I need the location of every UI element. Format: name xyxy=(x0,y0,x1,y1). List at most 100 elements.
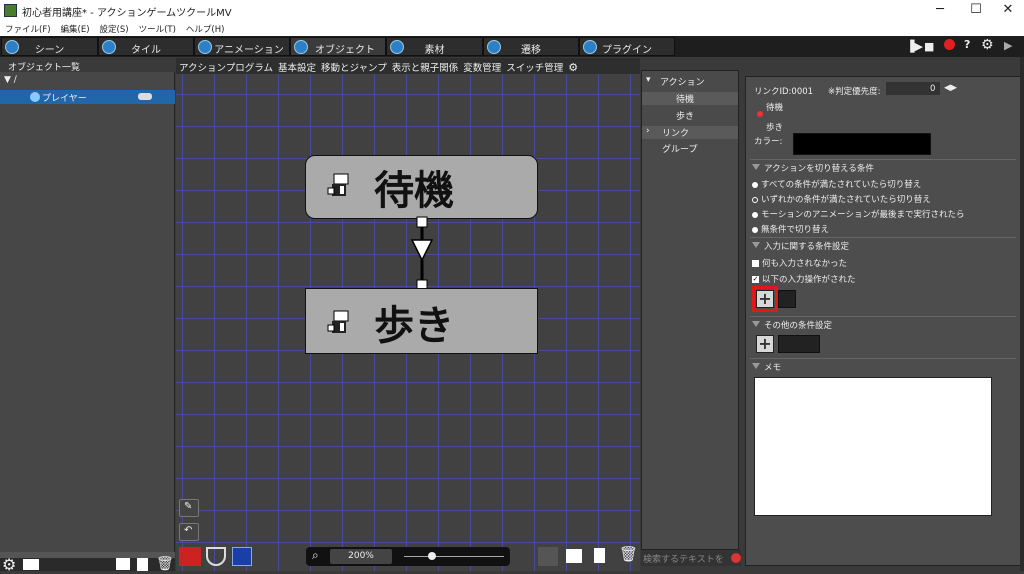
paint-icon[interactable] xyxy=(179,547,201,566)
tab-variables[interactable]: 変数管理 xyxy=(460,58,503,74)
menu-settings[interactable]: 設定(S) xyxy=(95,21,134,35)
tab-resource[interactable]: 素材 xyxy=(386,37,483,56)
collapse-triangle-icon xyxy=(752,363,760,369)
tree-actions[interactable]: ▾ アクション xyxy=(642,75,738,88)
gamepad-icon xyxy=(138,93,152,100)
option-all[interactable]: すべての条件が満たされていたら切り替え xyxy=(752,178,921,190)
color-label: カラー: xyxy=(754,137,783,147)
search-clear-icon[interactable] xyxy=(731,553,741,563)
canvas-add-icon[interactable] xyxy=(566,549,582,563)
switch-condition-section[interactable]: アクションを切り替える条件 xyxy=(750,159,1016,174)
action-program-canvas[interactable]: アクションプログラム 基本設定 移動とジャンプ 表示と親子関係 変数管理 スイッチ管理 ⚙ … xyxy=(176,58,640,571)
settings-gear-icon[interactable]: ⚙ xyxy=(2,555,16,574)
stop-icon[interactable]: ■ xyxy=(924,40,934,55)
player-sprite-icon xyxy=(327,173,349,196)
tab-move-jump[interactable]: 移動とジャンプ xyxy=(318,58,389,74)
maximize-button[interactable]: ☐ xyxy=(958,0,994,21)
zoom-value[interactable]: 200% xyxy=(330,549,392,564)
tab-animation[interactable]: アニメーション xyxy=(194,37,290,56)
collapse-triangle-icon xyxy=(752,321,760,327)
menu-file[interactable]: ファイル(F) xyxy=(0,21,56,35)
link-tool-button[interactable]: ✎ xyxy=(179,499,199,517)
folder-icon[interactable] xyxy=(23,559,39,570)
title-bar: 初心者用講座* - アクションゲームツクールMV ─ ☐ ✕ xyxy=(0,0,1024,21)
tree-search-input[interactable]: 検索するテキストを xyxy=(641,550,741,566)
curve-tool-button[interactable]: ↶ xyxy=(179,523,199,541)
input-condition-slot[interactable] xyxy=(778,290,796,308)
collapse-triangle-icon xyxy=(752,242,760,248)
tab-object[interactable]: オブジェクト xyxy=(290,37,386,56)
new-file-icon[interactable] xyxy=(137,558,148,571)
check-input-done[interactable]: ✓ 以下の入力操作がされた xyxy=(752,273,856,285)
record-icon[interactable] xyxy=(944,39,955,50)
player-sprite-icon xyxy=(327,310,349,333)
input-condition-section[interactable]: 入力に関する条件設定 xyxy=(750,237,1016,252)
tab-transition[interactable]: 遷移 xyxy=(483,37,579,56)
node-label: 待機 xyxy=(374,168,454,214)
other-condition-section[interactable]: その他の条件設定 xyxy=(750,316,1016,331)
option-motion-end[interactable]: モーションのアニメーションが最後まで実行されたら xyxy=(752,208,965,220)
tree-groups[interactable]: グループ xyxy=(642,142,738,155)
link-arrow[interactable] xyxy=(410,214,434,290)
player-icon xyxy=(30,92,40,102)
tree-action-walk[interactable]: 歩き xyxy=(642,109,738,122)
priority-input[interactable]: 0 xyxy=(886,82,940,95)
action-node-idle[interactable]: 待機 xyxy=(305,155,538,219)
option-any[interactable]: いずれかの条件が満たされていたら切り替え xyxy=(752,193,931,205)
tree-root[interactable]: ▼ / xyxy=(4,75,17,85)
zoom-slider-thumb[interactable] xyxy=(428,552,436,560)
color-swatch[interactable] xyxy=(793,133,931,155)
menu-bar: ファイル(F) 編集(E) 設定(S) ツール(T) ヘルプ(H) xyxy=(0,21,1024,36)
add-folder-icon[interactable] xyxy=(116,558,130,570)
main-tab-bar: シーン タイル アニメーション オブジェクト 素材 遷移 プラグイン ▐▶ ■ … xyxy=(0,36,1024,57)
minimize-button[interactable]: ─ xyxy=(922,0,958,21)
object-list-panel: オブジェクト一覧 ▼ / プレイヤー ⚙ 🗑 xyxy=(0,58,175,574)
tree-action-idle[interactable]: 待機 xyxy=(642,92,738,105)
canvas-trash-icon[interactable]: 🗑 xyxy=(619,545,638,563)
tab-switches[interactable]: スイッチ管理 xyxy=(503,58,565,74)
link-to: 歩き xyxy=(766,123,784,133)
tab-basic-settings[interactable]: 基本設定 xyxy=(275,58,318,74)
link-dot-icon xyxy=(757,111,763,117)
other-condition-slot[interactable] xyxy=(778,335,820,353)
magnet-icon[interactable] xyxy=(206,547,226,566)
canvas-newfile-icon[interactable] xyxy=(594,548,605,563)
link-properties-panel: リンクID:0001 ※判定優先度: 0 ◀▶ 待機 歩き カラー: アクション… xyxy=(745,76,1021,566)
action-node-walk[interactable]: 歩き xyxy=(305,288,538,354)
object-list-toolbar: ⚙ 🗑 xyxy=(0,552,175,574)
menu-tools[interactable]: ツール(T) xyxy=(134,21,181,35)
tab-scene[interactable]: シーン xyxy=(1,37,98,56)
help-icon[interactable]: ? xyxy=(964,38,970,53)
option-unconditional[interactable]: 無条件で切り替え xyxy=(752,223,829,235)
grid-icon[interactable] xyxy=(232,547,252,566)
zoom-slider[interactable] xyxy=(404,556,504,557)
app-icon xyxy=(4,4,17,17)
canvas-folder-icon[interactable] xyxy=(538,547,558,566)
trash-icon[interactable]: 🗑 xyxy=(156,556,174,572)
play-from-icon[interactable]: ▐▶ xyxy=(906,40,923,55)
priority-stepper[interactable]: ◀▶ xyxy=(944,83,957,93)
tree-links[interactable]: › リンク xyxy=(642,126,738,139)
memo-section[interactable]: メモ xyxy=(750,358,1016,373)
tab-tile[interactable]: タイル xyxy=(98,37,194,56)
close-button[interactable]: ✕ xyxy=(990,0,1024,21)
right-scrollbar[interactable] xyxy=(1020,57,1024,571)
add-other-condition-button[interactable]: + xyxy=(756,335,774,353)
object-item-player[interactable]: プレイヤー xyxy=(0,90,175,104)
check-no-input[interactable]: 何も入力されなかった xyxy=(752,257,847,269)
zoom-search-icon: ⌕ xyxy=(312,548,319,562)
play-icon[interactable]: ▶ xyxy=(1004,39,1012,54)
menu-help[interactable]: ヘルプ(H) xyxy=(181,21,230,35)
menu-edit[interactable]: 編集(E) xyxy=(56,21,95,35)
priority-label: ※判定優先度: xyxy=(828,87,881,97)
memo-textarea[interactable] xyxy=(754,377,992,516)
link-from: 待機 xyxy=(766,103,784,113)
zoom-bar: ⌕ 200% xyxy=(306,547,510,566)
tab-action-program[interactable]: アクションプログラム xyxy=(176,58,275,74)
tab-plugin[interactable]: プラグイン xyxy=(579,37,675,56)
add-input-condition-button[interactable]: + xyxy=(756,290,774,308)
link-id: リンクID:0001 xyxy=(754,87,814,97)
tab-display-parent[interactable]: 表示と親子関係 xyxy=(389,58,461,74)
canvas-gear-icon[interactable]: ⚙ xyxy=(565,61,580,74)
gear-icon[interactable]: ⚙ xyxy=(981,37,994,53)
